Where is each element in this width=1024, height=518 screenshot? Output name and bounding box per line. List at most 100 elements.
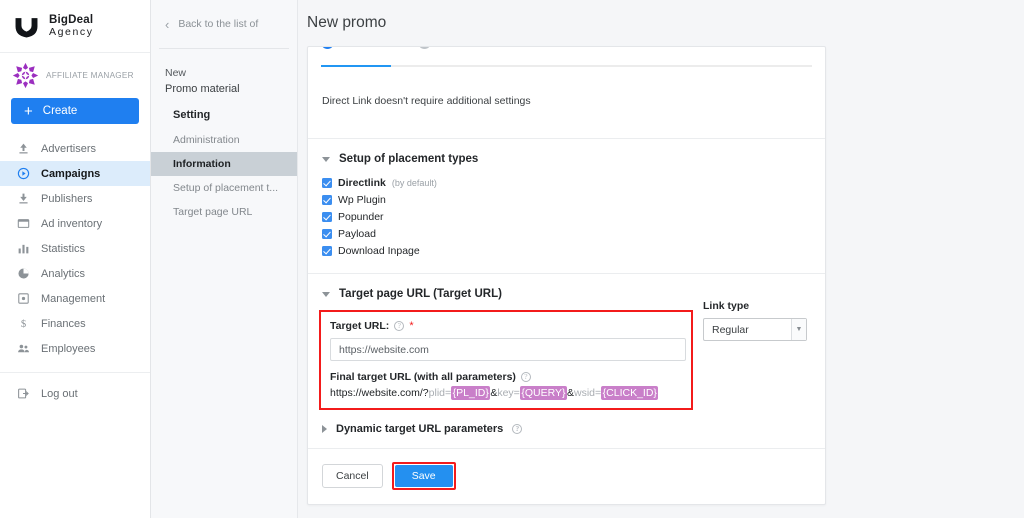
- final-url-token: {PL_ID}: [451, 386, 491, 400]
- save-button-highlight: Save: [391, 462, 456, 490]
- caret-right-icon: [322, 425, 327, 433]
- window-icon: [17, 217, 30, 230]
- target-url-label-row: Target URL: ? *: [330, 320, 683, 332]
- checkbox-checked-icon[interactable]: [322, 212, 332, 222]
- checkbox-row-popunder[interactable]: Popunder: [322, 209, 811, 225]
- sidebar-item-label: Employees: [41, 342, 96, 355]
- tab-label: Iframe: [436, 47, 466, 49]
- sidebar-item-publishers[interactable]: Publishers: [0, 186, 150, 211]
- placement-types-header[interactable]: Setup of placement types: [322, 139, 811, 175]
- page-title: New promo: [307, 14, 387, 31]
- create-button-label: Create: [42, 105, 78, 117]
- square-dot-icon: [17, 292, 30, 305]
- final-url-part: key=: [497, 387, 520, 399]
- tab-underline-track: [321, 65, 812, 67]
- brand-header[interactable]: BigDeal Agency: [0, 0, 150, 53]
- final-url-part: wsid=: [574, 387, 602, 399]
- link-type-select[interactable]: Regular ▼: [703, 318, 807, 341]
- back-to-list-link[interactable]: ‹ Back to the list of: [151, 0, 297, 48]
- sidebar-item-label: Management: [41, 292, 106, 305]
- checkbox-checked-icon[interactable]: [322, 178, 332, 188]
- subnav-section-header: Setting: [173, 109, 211, 122]
- link-type-field: Link type Regular ▼: [703, 300, 807, 341]
- final-url-label: Final target URL (with all parameters): [330, 371, 516, 383]
- sidebar-item-label: Finances: [41, 317, 86, 330]
- sidebar-item-employees[interactable]: Employees: [0, 336, 150, 361]
- subnav-item-information[interactable]: Information: [151, 152, 297, 177]
- tab-iframe[interactable]: Iframe: [418, 47, 466, 49]
- sidebar-divider: [0, 372, 150, 373]
- chevron-left-icon: ‹: [165, 16, 170, 32]
- sidebar-item-label: Statistics: [41, 242, 86, 255]
- radio-selected-icon: [321, 47, 334, 49]
- placement-types-section: Setup of placement types Directlink (by …: [308, 139, 825, 273]
- checkbox-row-payload[interactable]: Payload: [322, 226, 811, 242]
- target-url-header-label: Target page URL (Target URL): [339, 288, 502, 300]
- tab-label: Directlink: [339, 47, 382, 49]
- checkbox-label: Directlink: [338, 177, 386, 189]
- brand-subtitle: Agency: [49, 25, 94, 38]
- checkbox-row-wp-plugin[interactable]: Wp Plugin: [322, 192, 811, 208]
- checkbox-checked-icon[interactable]: [322, 246, 332, 256]
- save-button[interactable]: Save: [394, 465, 453, 487]
- sidebar-item-advertisers[interactable]: Advertisers: [0, 136, 150, 161]
- sidebar-item-management[interactable]: Management: [0, 286, 150, 311]
- primary-sidebar: BigDeal Agency AFFILIATE MANAGER + Creat…: [0, 0, 151, 518]
- target-url-label: Target URL:: [330, 320, 390, 332]
- sidebar-item-ad-inventory[interactable]: Ad inventory: [0, 211, 150, 236]
- question-circle-icon[interactable]: ?: [520, 372, 531, 382]
- upload-arrow-icon: [17, 142, 30, 155]
- checkbox-row-directlink[interactable]: Directlink (by default): [322, 175, 811, 191]
- logout-icon: [17, 387, 30, 400]
- sidebar-item-analytics[interactable]: Analytics: [0, 261, 150, 286]
- final-url-part: &: [567, 387, 575, 399]
- link-type-label: Link type: [703, 300, 750, 312]
- final-url-token: {QUERY}: [519, 386, 567, 400]
- subnav-item-setup-of-placement-types[interactable]: Setup of placement t...: [151, 176, 297, 200]
- bar-chart-icon: [17, 242, 30, 255]
- checkbox-checked-icon[interactable]: [322, 195, 332, 205]
- question-circle-icon[interactable]: ?: [512, 424, 523, 434]
- required-asterisk: *: [409, 319, 414, 332]
- account-row[interactable]: AFFILIATE MANAGER: [0, 53, 150, 93]
- checkbox-note: (by default): [391, 178, 437, 188]
- placement-types-header-label: Setup of placement types: [339, 153, 479, 165]
- subnav-item-administration[interactable]: Administration: [151, 128, 297, 152]
- target-url-input[interactable]: [330, 338, 686, 361]
- affiliate-manager-avatar-icon: [12, 62, 39, 89]
- sidebar-item-label: Ad inventory: [41, 217, 103, 230]
- subnav-title-line1: New: [165, 67, 187, 79]
- back-link-label: Back to the list of: [178, 18, 259, 30]
- secondary-sidebar: ‹ Back to the list of New Promo material…: [151, 0, 298, 518]
- promo-form-card: Directlink Iframe Direct Link doesn't re…: [307, 46, 826, 505]
- sidebar-nav: Advertisers Campaigns Publishers Ad inve…: [0, 136, 150, 406]
- final-url-part: https://website.com/?: [330, 387, 429, 399]
- checkbox-row-download-inpage[interactable]: Download Inpage: [322, 243, 811, 259]
- checkbox-checked-icon[interactable]: [322, 229, 332, 239]
- checkbox-label: Download Inpage: [338, 245, 420, 257]
- question-circle-icon[interactable]: ?: [394, 321, 405, 331]
- dynamic-params-header[interactable]: Dynamic target URL parameters ?: [322, 410, 811, 448]
- brand-name: BigDeal: [49, 13, 94, 26]
- create-button[interactable]: + Create: [11, 98, 139, 124]
- checkbox-label: Popunder: [338, 211, 384, 223]
- final-url-value: https://website.com/?plid= {PL_ID} & key= {Q…: [330, 386, 683, 400]
- sidebar-item-label: Analytics: [41, 267, 86, 280]
- sidebar-item-label: Publishers: [41, 192, 93, 205]
- sidebar-item-label: Log out: [41, 387, 78, 400]
- cancel-button[interactable]: Cancel: [322, 464, 383, 488]
- sidebar-item-campaigns[interactable]: Campaigns: [0, 161, 150, 186]
- caret-down-icon: [322, 156, 330, 162]
- tab-directlink[interactable]: Directlink: [321, 47, 382, 49]
- chevron-down-icon: ▼: [791, 319, 806, 340]
- sidebar-item-finances[interactable]: $ Finances: [0, 311, 150, 336]
- subnav-item-label: Administration: [173, 134, 240, 147]
- subnav-item-label: Target page URL: [173, 206, 253, 219]
- subnav-item-target-page-url[interactable]: Target page URL: [151, 200, 297, 224]
- tab-active-underline: [321, 65, 391, 67]
- dollar-icon: $: [17, 317, 30, 330]
- sidebar-item-logout[interactable]: Log out: [0, 381, 150, 406]
- sidebar-item-statistics[interactable]: Statistics: [0, 236, 150, 261]
- target-url-section: Target page URL (Target URL) Target URL:…: [308, 274, 825, 448]
- subnav-title-line2: Promo material: [165, 83, 240, 96]
